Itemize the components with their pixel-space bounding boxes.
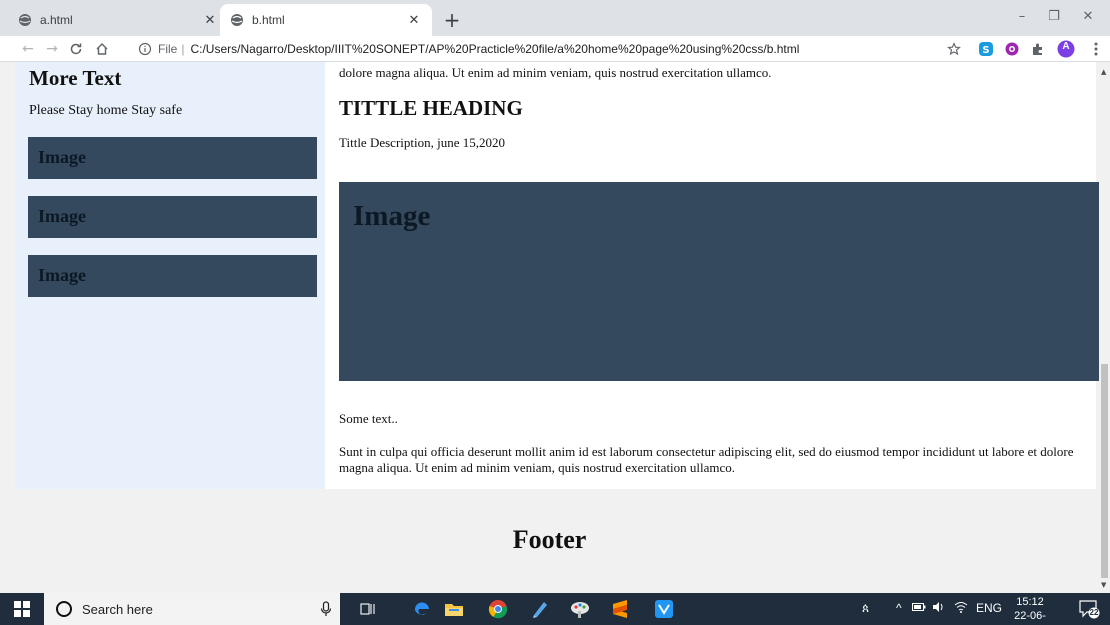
star-icon[interactable]: [944, 39, 964, 59]
extension-icon[interactable]: [1002, 39, 1022, 59]
sublime-text-icon[interactable]: [608, 597, 632, 621]
browser-tab-strip: a.html ✕ b.html ✕ + – ❐ ✕: [0, 0, 1110, 36]
new-tab-button[interactable]: +: [440, 8, 464, 32]
page-viewport: More Text Please Stay home Stay safe Ima…: [0, 62, 1110, 593]
clock-date: 22-06-2020: [1014, 610, 1046, 625]
minimize-button[interactable]: –: [1004, 4, 1040, 28]
sidebar-heading: More Text: [29, 66, 122, 90]
tab-title: a.html: [40, 13, 73, 27]
menu-icon[interactable]: [1086, 39, 1106, 59]
taskbar-search[interactable]: Search here: [44, 593, 340, 625]
info-icon[interactable]: [138, 42, 152, 56]
globe-icon: [230, 13, 244, 27]
body-paragraph: Sunt in culpa qui officia deserunt molli…: [339, 444, 1074, 475]
windows-taskbar: Search here ጰ ^ ENG 15:12 22-06-2020: [0, 593, 1110, 625]
tab-a-html[interactable]: a.html ✕: [8, 4, 228, 36]
address-bar[interactable]: File | C:/Users/Nagarro/Desktop/IIIT%20S…: [138, 39, 960, 59]
clock-time: 15:12: [1016, 596, 1044, 608]
vertical-scrollbar[interactable]: ▲ ▼: [1099, 62, 1110, 593]
close-tab-icon[interactable]: ✕: [406, 12, 422, 28]
title-heading: TITTLE HEADING: [339, 96, 523, 120]
sidebar-image-2: Image: [28, 196, 317, 238]
some-text: Some text..: [339, 411, 398, 426]
vscode-like-icon[interactable]: [652, 597, 676, 621]
notification-count: 22: [1089, 608, 1099, 617]
edge-browser-icon[interactable]: [410, 597, 434, 621]
volume-icon[interactable]: [932, 601, 946, 616]
reload-icon[interactable]: [66, 39, 86, 59]
profile-avatar[interactable]: A: [1056, 39, 1076, 59]
task-view-icon[interactable]: [356, 597, 380, 621]
close-tab-icon[interactable]: ✕: [202, 12, 218, 28]
puzzle-icon[interactable]: [1028, 39, 1048, 59]
sidebar-text: Please Stay home Stay safe: [29, 103, 183, 118]
page-footer: Footer: [512, 525, 587, 554]
profile-initial: A: [1062, 41, 1070, 52]
search-placeholder: Search here: [82, 601, 153, 617]
url-text: C:/Users/Nagarro/Desktop/IIIT%20SONEPT/A…: [190, 42, 800, 56]
language-indicator[interactable]: ENG: [976, 601, 1002, 615]
scroll-up-icon[interactable]: ▲: [1101, 68, 1106, 76]
url-scheme: File: [158, 42, 178, 56]
sidebar-image-1: Image: [28, 137, 317, 179]
scrollbar-thumb[interactable]: [1101, 364, 1108, 578]
sidebar-image-3: Image: [28, 255, 317, 297]
forward-icon[interactable]: →: [42, 39, 62, 59]
sidebar: More Text Please Stay home Stay safe Ima…: [15, 62, 325, 489]
globe-icon: [18, 13, 32, 27]
paint-app-icon[interactable]: [568, 597, 592, 621]
scroll-down-icon[interactable]: ▼: [1101, 581, 1106, 589]
file-explorer-icon[interactable]: [442, 597, 466, 621]
microphone-icon[interactable]: [320, 601, 332, 617]
chrome-icon[interactable]: [486, 597, 510, 621]
chevron-up-icon[interactable]: ^: [896, 601, 902, 615]
windows-start-icon[interactable]: [14, 601, 30, 617]
people-icon[interactable]: ጰ: [862, 601, 869, 616]
cortana-icon: [56, 601, 72, 617]
home-icon[interactable]: [92, 39, 112, 59]
notification-center-icon[interactable]: 22: [1078, 599, 1100, 619]
restore-button[interactable]: ❐: [1036, 4, 1072, 28]
browser-toolbar: ← → File | C:/Users/Nagarro/Desktop/IIIT…: [0, 36, 1110, 62]
system-clock[interactable]: 15:12 22-06-2020: [1002, 595, 1058, 625]
battery-icon[interactable]: [912, 601, 926, 615]
title-description: Tittle Description, june 15,2020: [339, 135, 505, 150]
close-window-button[interactable]: ✕: [1070, 4, 1106, 28]
url-separator: |: [181, 42, 185, 56]
wifi-icon[interactable]: [954, 601, 968, 616]
back-icon[interactable]: ←: [18, 39, 38, 59]
tab-title: b.html: [252, 13, 285, 27]
skype-icon[interactable]: S: [976, 39, 996, 59]
main-image: Image: [339, 182, 1103, 381]
main-content: dolore magna aliqua. Ut enim ad minim ve…: [325, 62, 1103, 489]
blue-app-icon[interactable]: [528, 597, 552, 621]
top-paragraph: dolore magna aliqua. Ut enim ad minim ve…: [339, 65, 772, 80]
svg-text:S: S: [982, 45, 989, 56]
tab-b-html[interactable]: b.html ✕: [220, 4, 432, 36]
